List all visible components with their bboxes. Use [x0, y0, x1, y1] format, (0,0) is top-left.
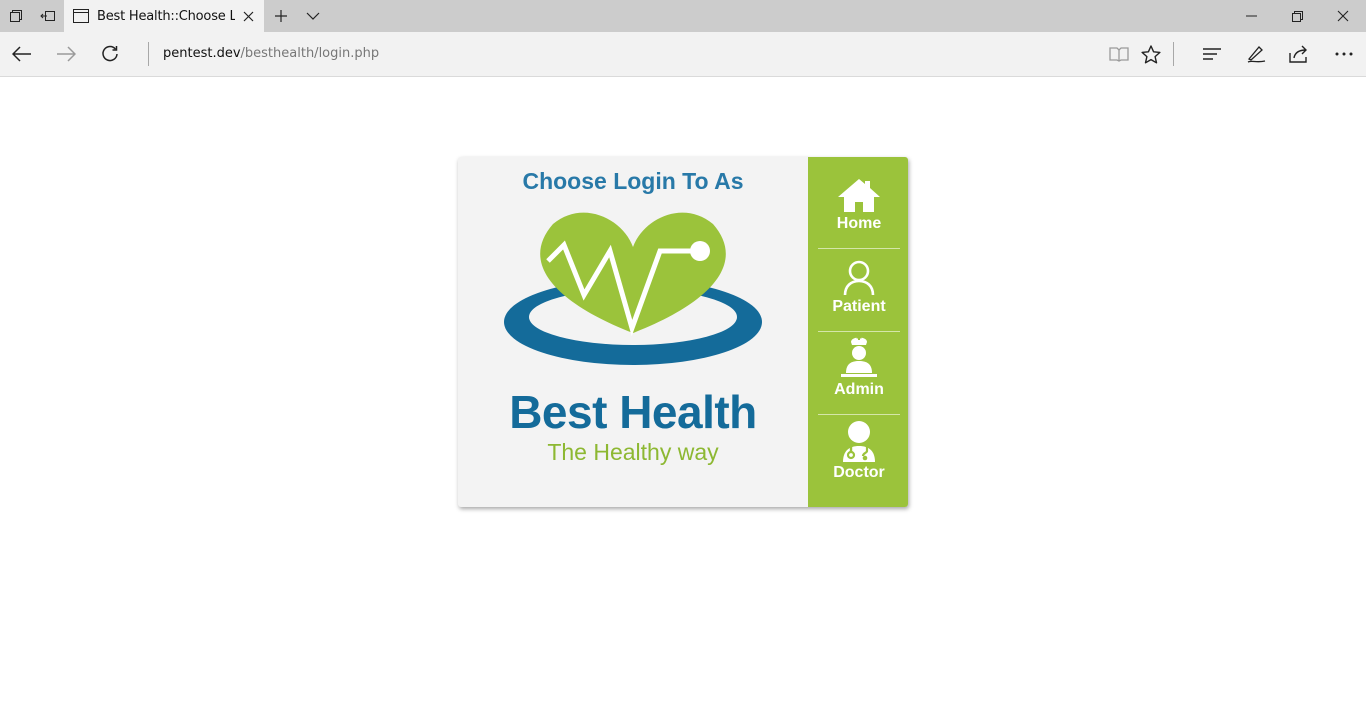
patient-label: Patient [832, 298, 886, 315]
more-options-icon[interactable] [1326, 36, 1362, 72]
home-icon [837, 173, 881, 213]
address-path: /besthealth/login.php [240, 46, 380, 61]
tab-title: Best Health::Choose Log [97, 8, 235, 24]
menu-divider [818, 414, 900, 415]
home-label: Home [836, 215, 882, 232]
patient-login-link[interactable]: Patient [818, 250, 900, 333]
close-tab-icon[interactable] [240, 8, 256, 24]
tab-manager-icon[interactable] [0, 0, 32, 32]
favorite-star-icon[interactable] [1133, 36, 1169, 72]
home-link[interactable]: Home [818, 167, 900, 250]
patient-icon [842, 256, 876, 296]
share-icon[interactable] [1281, 36, 1317, 72]
set-tabs-aside-icon[interactable] [32, 0, 64, 32]
address-host: pentest.dev [163, 46, 241, 61]
close-window-icon[interactable] [1320, 0, 1366, 32]
address-bar[interactable]: pentest.dev/besthealth/login.php [163, 46, 379, 61]
restore-icon[interactable] [1274, 0, 1320, 32]
back-icon[interactable] [4, 36, 40, 72]
web-note-pen-icon[interactable] [1238, 36, 1274, 72]
page-title: Choose Login To As [522, 168, 744, 194]
refresh-icon[interactable] [92, 36, 128, 72]
reading-view-icon[interactable] [1101, 36, 1137, 72]
brand-tagline: The Healthy way [547, 439, 719, 465]
admin-label: Admin [834, 381, 884, 398]
doctor-icon [839, 421, 879, 462]
forward-icon[interactable] [48, 36, 84, 72]
nurse-icon [839, 335, 879, 379]
navigation-bar: pentest.dev/besthealth/login.php [0, 32, 1366, 77]
admin-login-link[interactable]: Admin [818, 333, 900, 416]
address-separator [148, 42, 149, 66]
new-tab-icon[interactable] [265, 0, 297, 32]
page-icon [73, 8, 89, 24]
toolbar-separator [1173, 42, 1174, 66]
minimize-icon[interactable] [1228, 0, 1274, 32]
doctor-label: Doctor [833, 464, 885, 481]
tab-strip: Best Health::Choose Log [0, 0, 1366, 32]
doctor-login-link[interactable]: Doctor [818, 416, 900, 499]
menu-divider [818, 331, 900, 332]
best-health-logo [504, 212, 762, 365]
brand-name: Best Health [509, 386, 757, 438]
login-chooser-card: Choose Login To As Best Health The Healt… [458, 157, 908, 507]
hub-icon[interactable] [1194, 36, 1230, 72]
tab-preview-chevron-icon[interactable] [297, 0, 329, 32]
active-tab[interactable]: Best Health::Choose Log [64, 0, 264, 32]
menu-divider [818, 248, 900, 249]
login-role-menu: Home Patient Admin Doctor [808, 157, 908, 507]
